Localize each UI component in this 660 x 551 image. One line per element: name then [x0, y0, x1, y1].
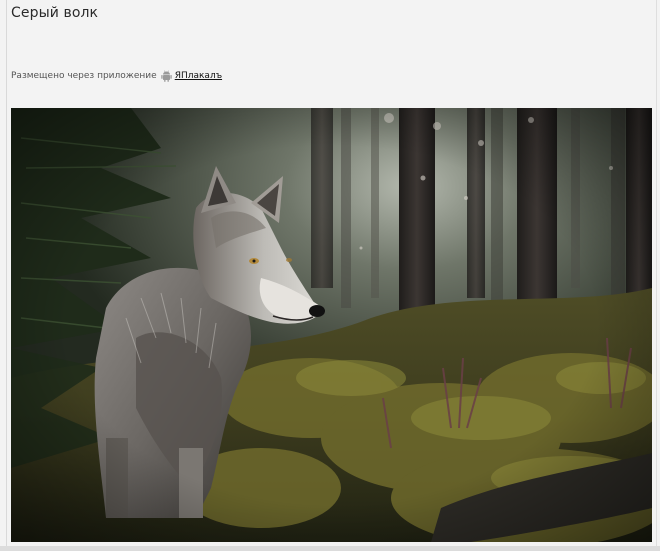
left-divider — [6, 0, 7, 551]
post-title: Серый волк — [11, 5, 99, 21]
android-icon — [161, 70, 172, 82]
page: Серый волк Размещено через приложение ЯП… — [0, 0, 660, 551]
app-link[interactable]: ЯПлакалъ — [175, 71, 222, 81]
posted-via-label: Размещено через приложение — [11, 71, 157, 81]
post-image[interactable] — [11, 108, 652, 542]
posted-via: Размещено через приложение ЯПлакалъ — [11, 69, 222, 83]
bottom-divider — [0, 546, 660, 551]
right-divider — [656, 0, 657, 551]
